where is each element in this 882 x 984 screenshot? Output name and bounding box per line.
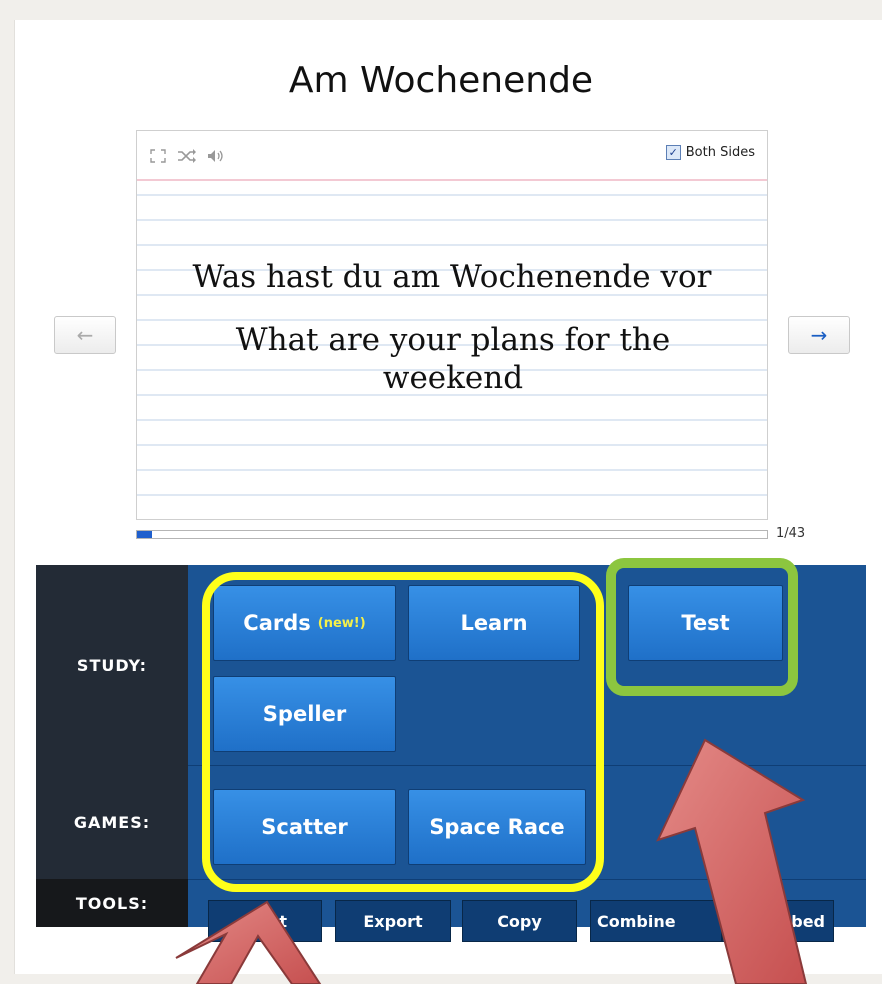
callout-arrows bbox=[175, 738, 808, 984]
arrow-up-left-icon bbox=[175, 900, 322, 984]
arrow-up-test-icon bbox=[656, 738, 808, 984]
